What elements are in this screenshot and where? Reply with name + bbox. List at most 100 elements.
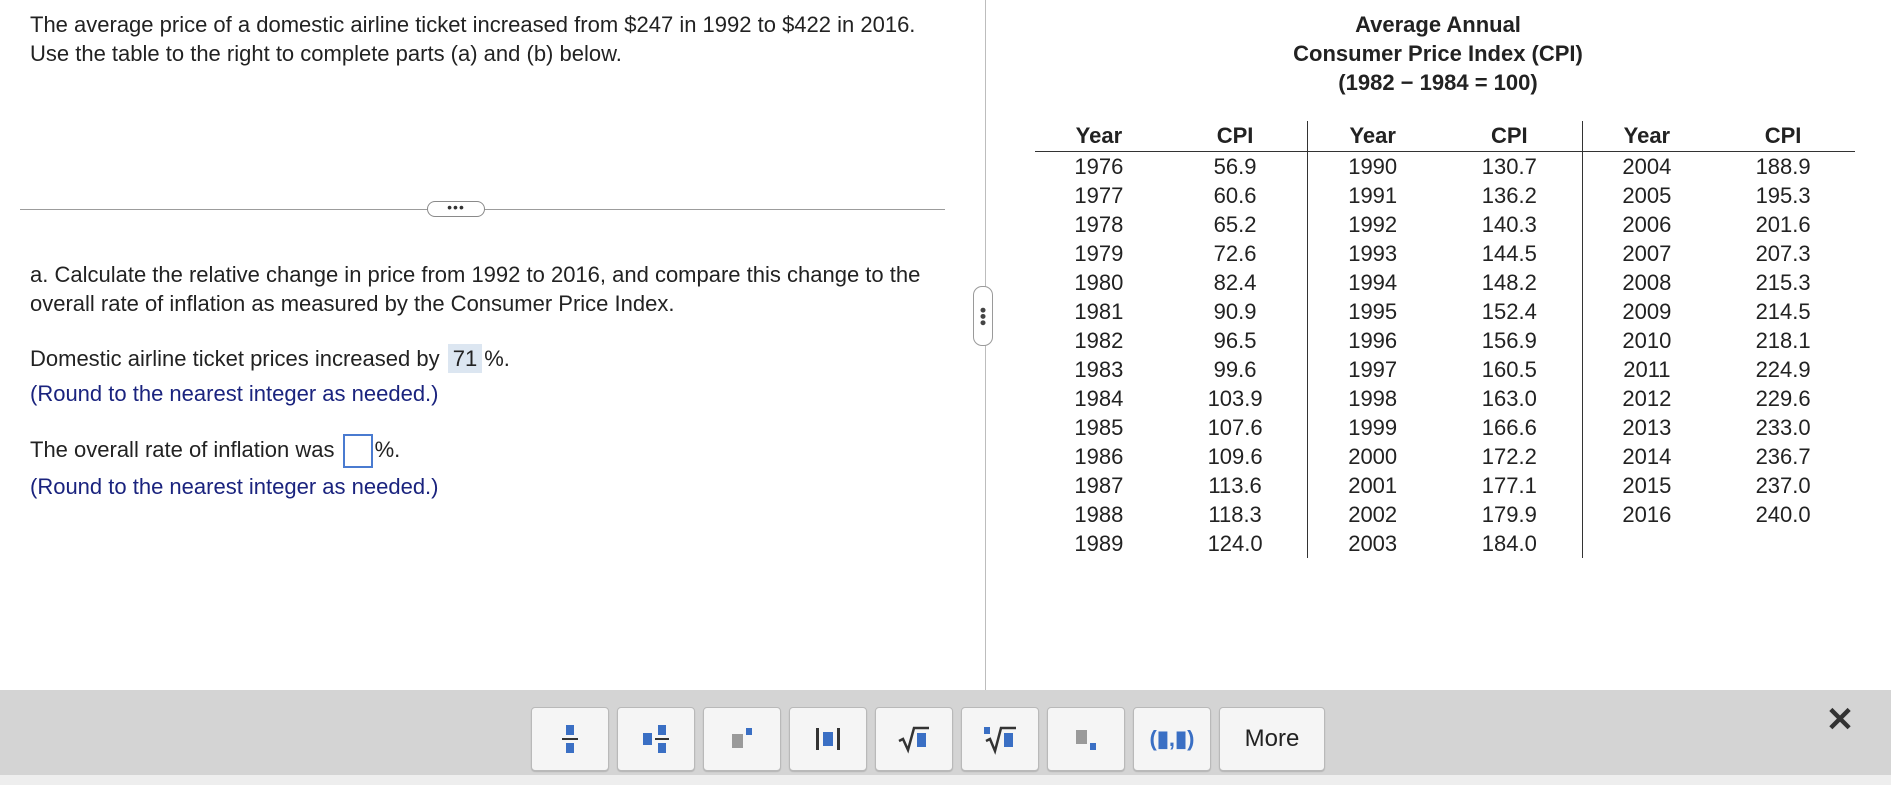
year-cell: 2012 [1622, 386, 1672, 411]
square-root-button[interactable] [875, 707, 953, 771]
year-cell: 2002 [1348, 502, 1398, 527]
cpi-cell: 96.5 [1162, 326, 1309, 355]
year-cell: 1993 [1348, 241, 1398, 266]
cpi-cell: 233.0 [1755, 415, 1811, 440]
cpi-cell: 99.6 [1162, 355, 1309, 384]
cpi-cell: 103.9 [1162, 384, 1309, 413]
year-cell: 1994 [1348, 270, 1398, 295]
year-cell: 1981 [1074, 299, 1124, 324]
year-cell: 1988 [1074, 502, 1124, 527]
cpi-table-pane: Average Annual Consumer Price Index (CPI… [985, 0, 1891, 690]
cpi-cell: 184.0 [1437, 529, 1583, 558]
cpi-cell: 224.9 [1755, 357, 1811, 382]
q1-hint: (Round to the nearest integer as needed.… [30, 381, 439, 406]
year-cell: 2009 [1622, 299, 1672, 324]
year-cell: 2006 [1622, 212, 1672, 237]
table-row: 1981 90.9 1995 152.4 2009 214.5 [1035, 297, 1855, 326]
cpi-cell: 179.9 [1437, 500, 1583, 529]
year-cell: 1992 [1348, 212, 1398, 237]
absolute-value-button[interactable] [789, 707, 867, 771]
year-cell: 1987 [1074, 473, 1124, 498]
year-cell: 1977 [1074, 183, 1124, 208]
problem-statement: The average price of a domestic airline … [30, 12, 916, 66]
table-row: 1982 96.5 1996 156.9 2010 218.1 [1035, 326, 1855, 355]
cpi-cell: 136.2 [1437, 181, 1583, 210]
cpi-header-year: Year [1582, 121, 1712, 152]
subscript-icon [1076, 730, 1096, 750]
cpi-header-year: Year [1307, 121, 1437, 152]
cpi-cell: 215.3 [1755, 270, 1811, 295]
q2-prefix: The overall rate of inflation was [30, 436, 335, 462]
cpi-cell [1711, 529, 1855, 558]
year-cell: 1996 [1348, 328, 1398, 353]
cpi-cell: 124.0 [1162, 529, 1309, 558]
mixed-number-icon [643, 725, 669, 753]
inflation-rate-input[interactable] [342, 434, 373, 468]
year-cell: 2013 [1622, 415, 1672, 440]
cpi-cell: 201.6 [1755, 212, 1811, 237]
year-cell: 2015 [1622, 473, 1672, 498]
toolbar-bottom-strip [0, 775, 1891, 785]
cpi-cell: 236.7 [1755, 444, 1811, 469]
table-row: 1977 60.6 1991 136.2 2005 195.3 [1035, 181, 1855, 210]
cpi-cell: 177.1 [1437, 471, 1583, 500]
cpi-cell: 148.2 [1437, 268, 1583, 297]
year-cell: 1985 [1074, 415, 1124, 440]
question-2: The overall rate of inflation was %. [30, 434, 400, 468]
year-cell: 1980 [1074, 270, 1124, 295]
year-cell: 2016 [1622, 502, 1672, 527]
q1-answer[interactable]: 71 [447, 344, 483, 373]
subscript-button[interactable] [1047, 707, 1125, 771]
year-cell: 1989 [1074, 531, 1124, 556]
exponent-button[interactable] [703, 707, 781, 771]
cpi-cell: 156.9 [1437, 326, 1583, 355]
cpi-cell: 140.3 [1437, 210, 1583, 239]
square-root-icon [898, 726, 929, 754]
cpi-header-cpi: CPI [1711, 121, 1855, 152]
year-cell: 1986 [1074, 444, 1124, 469]
cpi-cell: 144.5 [1437, 239, 1583, 268]
year-cell: 2001 [1348, 473, 1398, 498]
q2-hint: (Round to the nearest integer as needed.… [30, 474, 439, 499]
cpi-cell: 107.6 [1162, 413, 1309, 442]
year-cell: 2005 [1622, 183, 1672, 208]
year-cell: 2007 [1622, 241, 1672, 266]
mixed-number-button[interactable] [617, 707, 695, 771]
cpi-cell: 188.9 [1755, 154, 1811, 179]
cpi-cell: 195.3 [1755, 183, 1811, 208]
cpi-cell: 130.7 [1437, 151, 1583, 181]
table-row: 1988 118.3 2002 179.9 2016 240.0 [1035, 500, 1855, 529]
cpi-header-cpi: CPI [1162, 121, 1309, 152]
cpi-cell: 207.3 [1755, 241, 1811, 266]
cpi-cell: 218.1 [1755, 328, 1811, 353]
year-cell: 1982 [1074, 328, 1124, 353]
year-cell: 1997 [1348, 357, 1398, 382]
math-toolbar: (▮,▮) More [0, 690, 1891, 785]
ordered-pair-button[interactable]: (▮,▮) [1133, 707, 1211, 771]
fraction-icon [562, 725, 578, 753]
year-cell [1582, 529, 1711, 558]
year-cell: 2014 [1622, 444, 1672, 469]
cpi-cell: 60.6 [1162, 181, 1309, 210]
cpi-cell: 109.6 [1162, 442, 1309, 471]
cpi-header-row: Year CPI Year CPI Year CPI [1035, 121, 1855, 152]
fraction-button[interactable] [531, 707, 609, 771]
year-cell: 2003 [1348, 531, 1398, 556]
q1-suffix: %. [484, 346, 510, 371]
problem-pane: The average price of a domestic airline … [0, 0, 985, 690]
expand-button[interactable]: ••• [427, 200, 485, 217]
cpi-cell: 118.3 [1162, 500, 1309, 529]
year-cell: 1976 [1074, 154, 1124, 179]
table-row: 1986 109.6 2000 172.2 2014 236.7 [1035, 442, 1855, 471]
year-cell: 2010 [1622, 328, 1672, 353]
more-button[interactable]: More [1219, 707, 1325, 771]
year-cell: 2011 [1623, 357, 1671, 382]
year-cell: 1984 [1074, 386, 1124, 411]
close-icon[interactable]: ✕ [1820, 700, 1860, 740]
cpi-cell: 56.9 [1162, 151, 1309, 181]
year-cell: 1998 [1348, 386, 1398, 411]
cpi-cell: 229.6 [1755, 386, 1811, 411]
table-row: 1980 82.4 1994 148.2 2008 215.3 [1035, 268, 1855, 297]
table-row: 1976 56.9 1990 130.7 2004 188.9 [1035, 151, 1855, 181]
nth-root-button[interactable] [961, 707, 1039, 771]
